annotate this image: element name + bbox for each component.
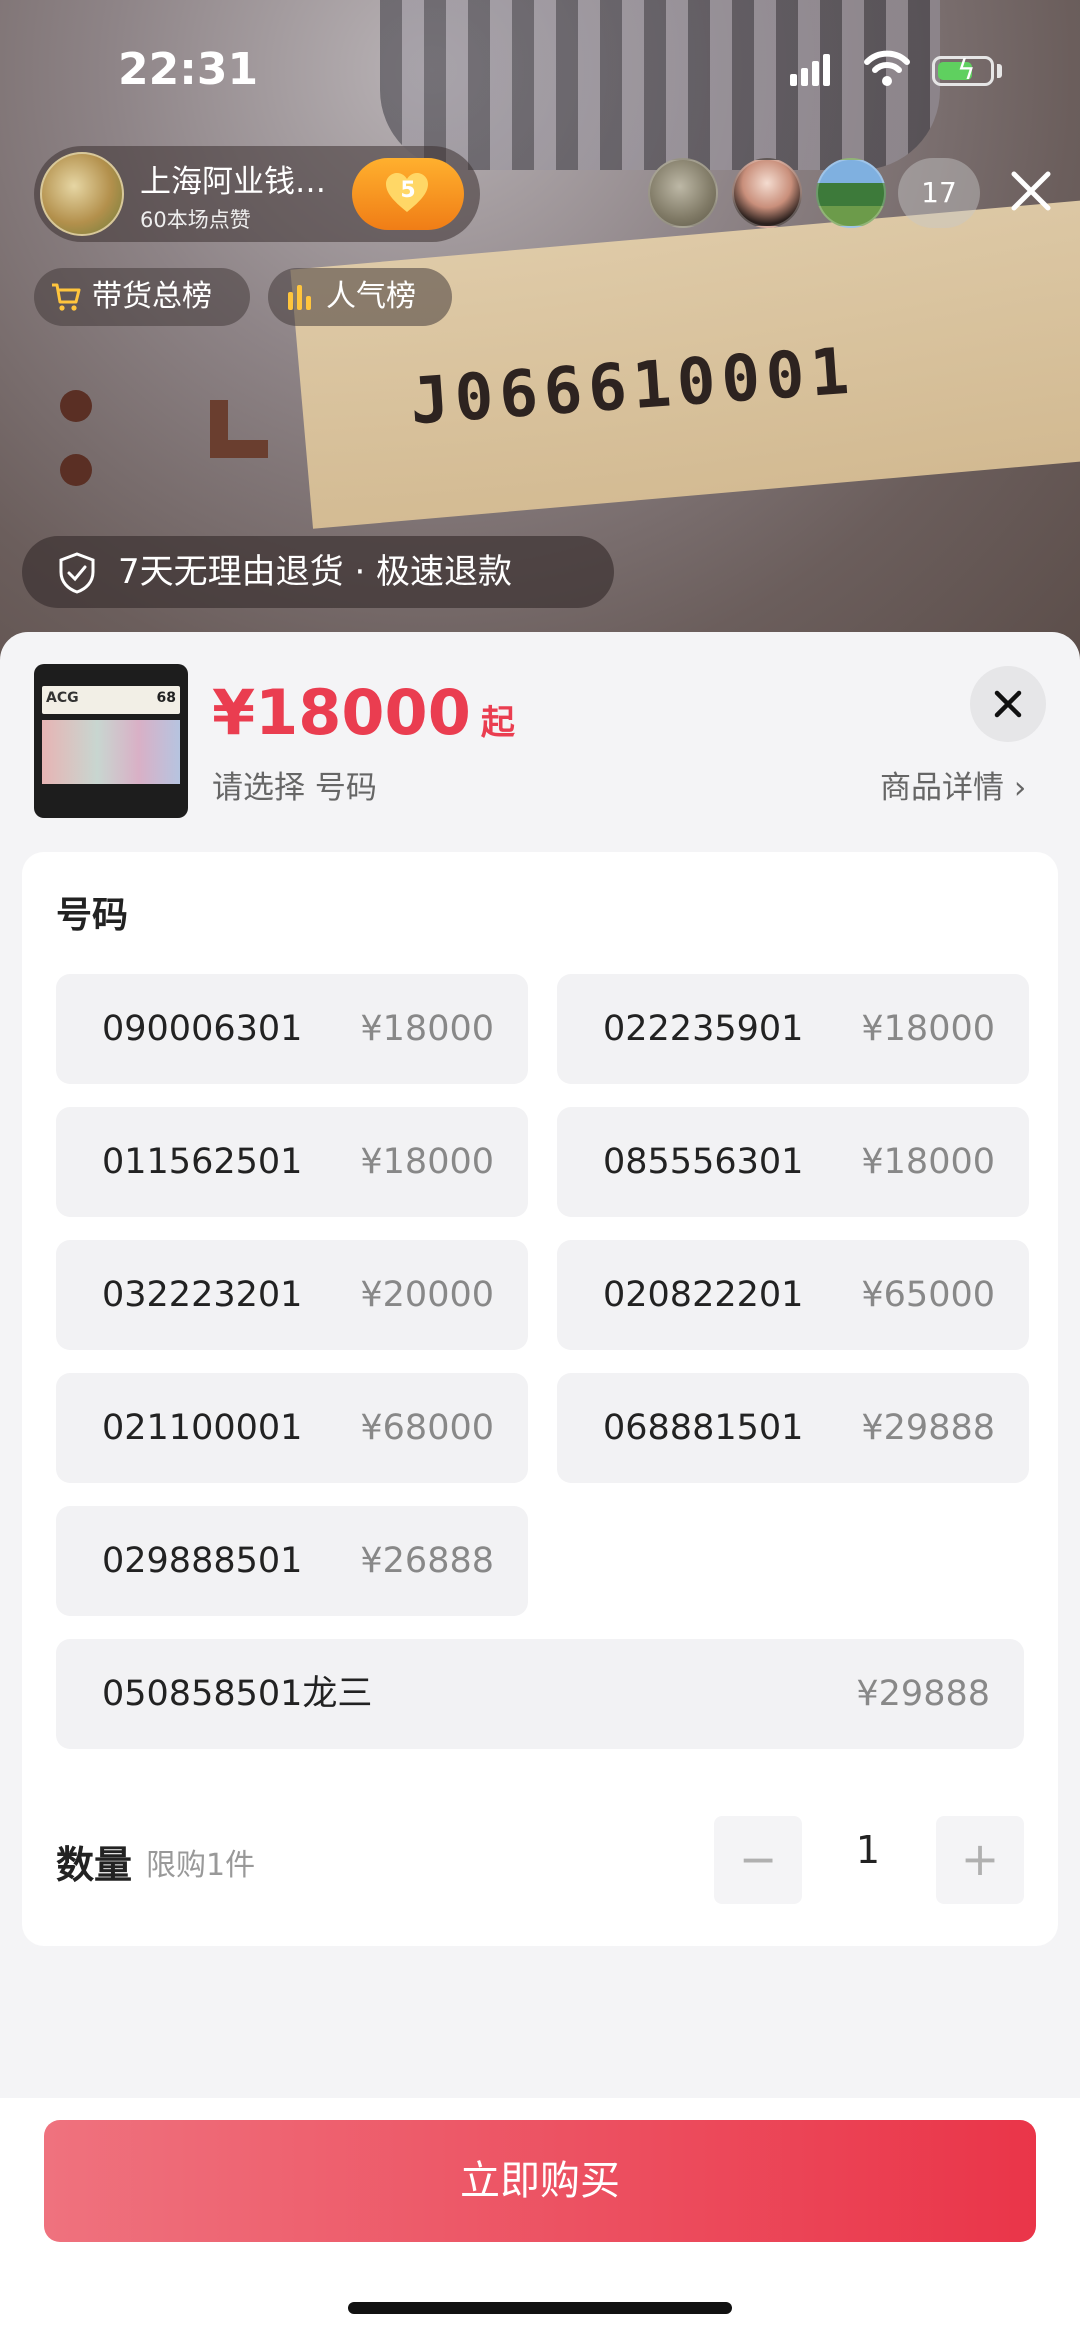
price-value: ¥18000: [212, 676, 471, 749]
product-details-link[interactable]: 商品详情 ›: [880, 762, 1026, 807]
quantity-limit: 限购1件: [146, 1848, 256, 1883]
status-time: 22:31: [118, 44, 259, 95]
option-price: ¥29888: [861, 1408, 995, 1448]
home-indicator[interactable]: [348, 2302, 732, 2314]
option-price: ¥68000: [360, 1408, 494, 1448]
quantity-decrease-button[interactable]: −: [714, 1816, 802, 1904]
corner-mark: [210, 400, 268, 458]
signal-icon: [790, 54, 830, 86]
option-price: ¥18000: [360, 1142, 494, 1182]
spec-option[interactable]: 032223201 ¥20000: [56, 1240, 528, 1350]
spec-option[interactable]: 011562501 ¥18000: [56, 1107, 528, 1217]
viewer-avatar[interactable]: [816, 158, 886, 228]
sales-ranking-chip[interactable]: 带货总榜: [34, 268, 250, 326]
buy-now-button[interactable]: 立即购买: [44, 2120, 1036, 2242]
option-number: 050858501龙三: [102, 1674, 373, 1714]
spec-option[interactable]: 050858501龙三 ¥29888: [56, 1639, 1024, 1749]
fan-club-badge[interactable]: 5: [352, 158, 464, 230]
shield-check-icon: [59, 552, 95, 594]
option-price: ¥65000: [861, 1275, 995, 1315]
option-number: 068881501: [603, 1408, 804, 1448]
price-suffix: 起: [480, 703, 515, 743]
option-number: 029888501: [102, 1541, 303, 1581]
quantity-value[interactable]: 1: [828, 1828, 908, 1872]
spec-option[interactable]: 068881501 ¥29888: [557, 1373, 1029, 1483]
spec-option[interactable]: 020822201 ¥65000: [557, 1240, 1029, 1350]
option-price: ¥18000: [360, 1009, 494, 1049]
option-price: ¥18000: [861, 1142, 995, 1182]
close-live-icon[interactable]: [1008, 168, 1054, 214]
thumbnail-grading-logo: ACG: [46, 690, 79, 706]
cart-icon: [52, 283, 81, 311]
option-number: 090006301: [102, 1009, 303, 1049]
product-price: ¥18000 起: [212, 676, 515, 749]
option-price: ¥29888: [856, 1674, 990, 1714]
option-number: 011562501: [102, 1142, 303, 1182]
battery-cap: [997, 64, 1002, 78]
wifi-icon: [864, 50, 910, 86]
close-icon: [994, 690, 1022, 718]
option-number: 020822201: [603, 1275, 804, 1315]
viewer-avatar[interactable]: [732, 158, 802, 228]
spec-option[interactable]: 022235901 ¥18000: [557, 974, 1029, 1084]
product-thumbnail[interactable]: ACG 68: [34, 664, 188, 818]
battery-icon: ϟ: [932, 55, 994, 86]
select-hint: 请选择 号码: [212, 770, 377, 806]
spec-title: 号码: [56, 895, 129, 936]
spec-option[interactable]: 090006301 ¥18000: [56, 974, 528, 1084]
thumbnail-grade: 68: [156, 690, 176, 706]
sales-ranking-label: 带货总榜: [92, 279, 212, 314]
streamer-likes: 60本场点赞: [140, 208, 251, 232]
streamer-name: 上海阿业钱…: [140, 164, 326, 200]
spec-option[interactable]: 029888501 ¥26888: [56, 1506, 528, 1616]
fan-level: 5: [400, 178, 416, 203]
bar-chart-icon: [288, 285, 311, 310]
viewer-count[interactable]: 17: [898, 158, 980, 228]
quantity-increase-button[interactable]: +: [936, 1816, 1024, 1904]
option-price: ¥26888: [360, 1541, 494, 1581]
quantity-label: 数量: [56, 1843, 133, 1887]
popularity-ranking-chip[interactable]: 人气榜: [268, 268, 452, 326]
option-number: 032223201: [102, 1275, 303, 1315]
spec-option[interactable]: 021100001 ¥68000: [56, 1373, 528, 1483]
spec-option[interactable]: 085556301 ¥18000: [557, 1107, 1029, 1217]
option-price: ¥20000: [360, 1275, 494, 1315]
option-number: 021100001: [102, 1408, 303, 1448]
return-policy-chip[interactable]: 7天无理由退货 · 极速退款: [22, 536, 614, 608]
streamer-avatar[interactable]: [40, 152, 124, 236]
option-number: 085556301: [603, 1142, 804, 1182]
popularity-ranking-label: 人气榜: [326, 279, 416, 314]
sheet-close-button[interactable]: [970, 666, 1046, 742]
option-price: ¥18000: [861, 1009, 995, 1049]
option-number: 022235901: [603, 1009, 804, 1049]
return-policy-text: 7天无理由退货 · 极速退款: [118, 552, 513, 592]
viewer-avatar[interactable]: [648, 158, 718, 228]
braille-dots: [60, 390, 120, 500]
banknote-pattern: [380, 0, 940, 170]
